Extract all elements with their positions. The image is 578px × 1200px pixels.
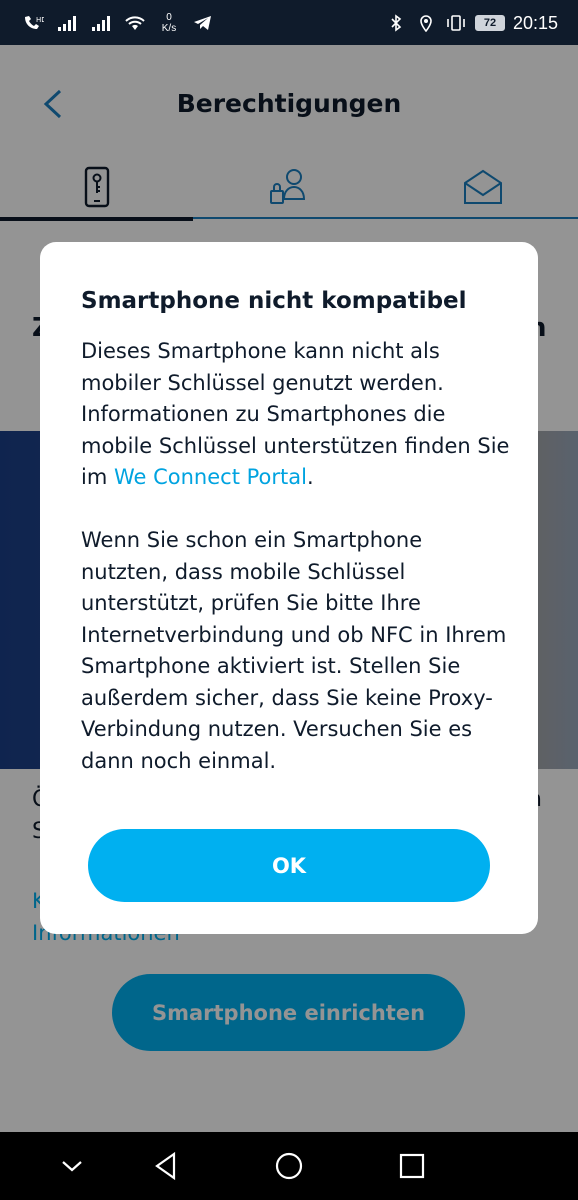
dialog-paragraph-1: Dieses Smartphone kann nicht als mobiler… bbox=[81, 336, 511, 494]
incompatible-dialog: Smartphone nicht kompatibel Dieses Smart… bbox=[40, 242, 538, 934]
status-left-icons: HD 0 K/s bbox=[22, 10, 214, 36]
dialog-body: Dieses Smartphone kann nicht als mobiler… bbox=[81, 336, 511, 809]
para1-end: . bbox=[306, 465, 314, 489]
we-connect-portal-link[interactable]: We Connect Portal bbox=[114, 465, 307, 489]
telegram-icon bbox=[194, 16, 211, 30]
svg-text:HD: HD bbox=[36, 16, 44, 24]
network-speed: 0 K/s bbox=[158, 12, 180, 34]
collapse-button[interactable] bbox=[50, 1146, 94, 1186]
navigation-bar bbox=[0, 1132, 578, 1200]
bluetooth-icon bbox=[391, 14, 402, 32]
dialog-paragraph-2: Wenn Sie schon ein Smartphone nutzten, d… bbox=[81, 528, 507, 773]
home-circle-icon bbox=[275, 1152, 303, 1180]
wifi-calling-icon: HD bbox=[25, 16, 44, 29]
signal-icon bbox=[58, 16, 76, 31]
signal-icon-2 bbox=[92, 16, 110, 31]
vibrate-icon bbox=[447, 15, 465, 31]
recents-button[interactable] bbox=[390, 1146, 434, 1186]
battery-indicator: 72 bbox=[474, 15, 505, 31]
chevron-down-icon bbox=[62, 1161, 82, 1172]
status-bar: HD 0 K/s 72 20:15 bbox=[0, 0, 578, 45]
back-triangle-icon bbox=[155, 1151, 176, 1181]
home-button[interactable] bbox=[267, 1146, 311, 1186]
recents-square-icon bbox=[399, 1153, 425, 1179]
wifi-icon bbox=[125, 16, 145, 30]
status-right-icons: 72 20:15 bbox=[385, 10, 558, 36]
location-icon bbox=[420, 15, 432, 32]
speed-unit: K/s bbox=[161, 23, 177, 34]
speed-value: 0 bbox=[166, 12, 172, 23]
back-button[interactable] bbox=[144, 1146, 188, 1186]
dialog-title: Smartphone nicht kompatibel bbox=[81, 288, 467, 314]
clock: 20:15 bbox=[512, 12, 558, 33]
ok-button[interactable]: OK bbox=[88, 829, 490, 902]
